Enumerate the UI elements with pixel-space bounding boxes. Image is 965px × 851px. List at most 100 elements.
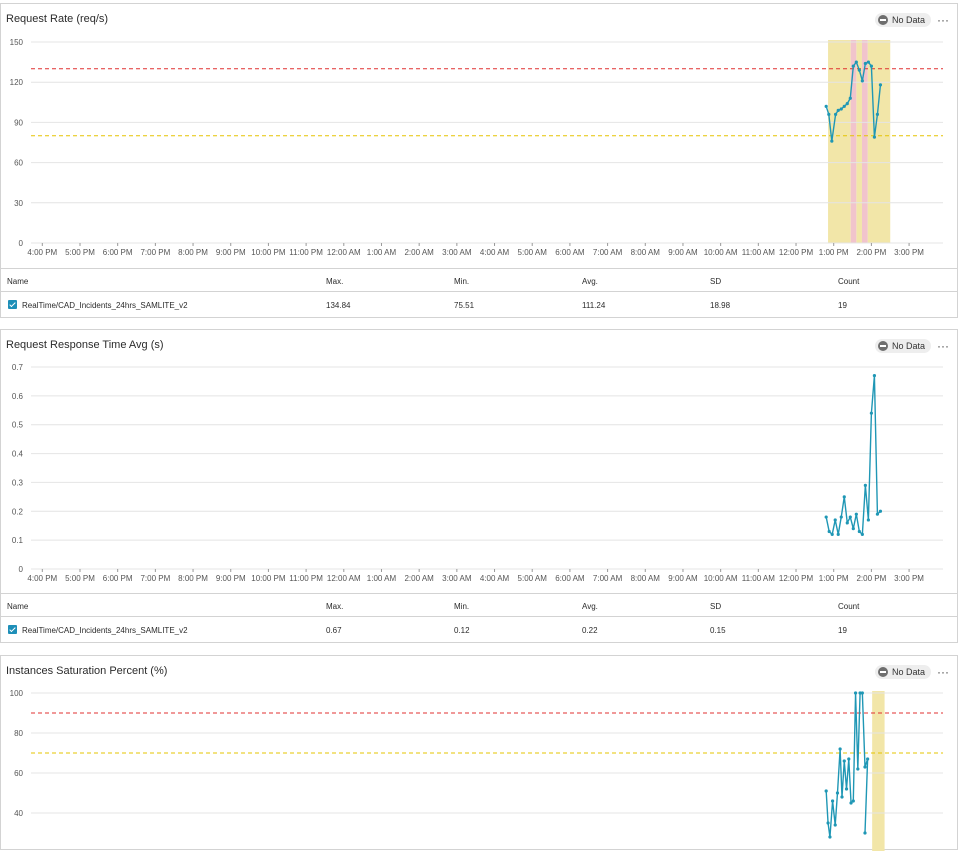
checkbox-checked-icon[interactable]: [8, 625, 17, 634]
stats-header-row: Name Max. Min. Avg. SD Count: [1, 268, 957, 292]
data-point[interactable]: [857, 529, 861, 534]
data-point[interactable]: [869, 411, 873, 415]
y-tick-label: 120: [10, 78, 24, 87]
x-tick-label: 9:00 AM: [668, 248, 698, 257]
x-tick-label: 5:00 PM: [65, 574, 95, 583]
col-avg: Avg.: [582, 602, 598, 611]
data-point[interactable]: [830, 532, 834, 536]
ellipsis-icon[interactable]: ···: [937, 14, 949, 26]
ellipsis-icon[interactable]: ···: [937, 666, 949, 678]
no-data-badge[interactable]: No Data: [874, 13, 931, 27]
data-point[interactable]: [863, 61, 867, 66]
data-point[interactable]: [875, 512, 880, 516]
data-point[interactable]: [857, 68, 861, 72]
data-point[interactable]: [824, 515, 828, 519]
data-point[interactable]: [854, 512, 858, 516]
x-tick-label: 11:00 AM: [742, 248, 776, 257]
x-tick-label: 10:00 AM: [704, 574, 738, 583]
minus-circle-icon: [877, 15, 888, 25]
y-tick-label: 0.2: [12, 507, 24, 516]
x-tick-label: 2:00 PM: [856, 248, 886, 257]
x-tick-label: 6:00 AM: [555, 248, 585, 257]
stats-header-row: Name Max. Min. Avg. SD Count: [1, 593, 957, 617]
data-point[interactable]: [863, 831, 867, 835]
data-point[interactable]: [835, 791, 840, 795]
data-point[interactable]: [854, 60, 858, 64]
data-point[interactable]: [853, 691, 858, 695]
data-point[interactable]: [878, 83, 883, 87]
max-value: 134.84: [326, 301, 351, 310]
data-point[interactable]: [845, 102, 849, 106]
data-point[interactable]: [863, 483, 867, 487]
no-data-badge[interactable]: No Data: [874, 665, 931, 679]
x-tick-label: 12:00 PM: [779, 248, 814, 257]
data-point[interactable]: [860, 691, 864, 695]
data-point[interactable]: [848, 96, 852, 100]
x-tick-label: 3:00 PM: [894, 248, 924, 257]
data-point[interactable]: [833, 112, 838, 116]
col-count: Count: [838, 277, 860, 286]
data-point[interactable]: [860, 79, 864, 83]
data-point[interactable]: [840, 795, 844, 799]
data-point[interactable]: [845, 521, 849, 525]
data-point[interactable]: [842, 759, 846, 763]
data-point[interactable]: [863, 765, 867, 769]
data-point[interactable]: [872, 374, 877, 378]
data-point[interactable]: [866, 60, 870, 64]
data-point[interactable]: [848, 515, 852, 519]
col-min: Min.: [454, 277, 470, 286]
panel-actions: No Data ···: [874, 13, 949, 27]
panel-title: Request Response Time Avg (s): [6, 339, 164, 351]
data-point[interactable]: [856, 767, 860, 771]
data-point[interactable]: [826, 821, 830, 825]
x-tick-label: 2:00 AM: [404, 248, 434, 257]
data-point[interactable]: [842, 104, 846, 108]
data-point[interactable]: [866, 757, 870, 761]
data-point[interactable]: [827, 529, 831, 534]
x-tick-label: 3:00 AM: [442, 574, 472, 583]
panel-title: Request Rate (req/s): [6, 13, 109, 25]
x-tick-label: 4:00 PM: [27, 248, 57, 257]
data-point[interactable]: [833, 518, 837, 522]
count-value: 19: [838, 626, 847, 635]
data-point[interactable]: [830, 139, 834, 143]
saturation-chart: 40 60 80 100: [10, 689, 943, 851]
data-point[interactable]: [824, 789, 828, 793]
x-tick-label: 10:00 PM: [251, 574, 286, 583]
x-tick-label: 1:00 AM: [367, 574, 397, 583]
data-point[interactable]: [875, 112, 880, 116]
data-point[interactable]: [878, 509, 883, 513]
col-name: Name: [7, 602, 29, 611]
data-point[interactable]: [872, 135, 877, 139]
data-point[interactable]: [869, 64, 873, 68]
y-tick-label: 0.3: [12, 478, 24, 487]
data-point[interactable]: [866, 518, 870, 522]
avg-value: 111.24: [582, 301, 606, 310]
data-point[interactable]: [833, 823, 837, 827]
y-tick-label: 0.7: [12, 363, 24, 372]
series-name: RealTime/CAD_Incidents_24hrs_SAMLITE_v2: [22, 301, 188, 310]
data-point[interactable]: [836, 108, 840, 112]
data-point[interactable]: [851, 527, 855, 531]
data-point[interactable]: [839, 515, 843, 519]
data-point[interactable]: [842, 495, 846, 499]
series-name: RealTime/CAD_Incidents_24hrs_SAMLITE_v2: [22, 626, 188, 635]
data-point[interactable]: [838, 747, 842, 751]
x-tick-label: 6:00 PM: [103, 574, 133, 583]
y-tick-label: 0: [19, 239, 24, 248]
ellipsis-icon[interactable]: ···: [937, 340, 949, 352]
data-point[interactable]: [860, 532, 864, 536]
data-point[interactable]: [828, 835, 832, 839]
data-point[interactable]: [824, 104, 828, 108]
data-point[interactable]: [839, 107, 843, 111]
data-point[interactable]: [851, 799, 855, 803]
no-data-badge[interactable]: No Data: [874, 339, 931, 353]
data-point[interactable]: [830, 799, 835, 803]
data-point[interactable]: [827, 112, 831, 116]
data-point[interactable]: [844, 787, 849, 791]
x-tick-label: 7:00 PM: [140, 574, 170, 583]
data-point[interactable]: [847, 757, 851, 761]
data-point[interactable]: [851, 64, 855, 68]
data-point[interactable]: [836, 532, 840, 536]
checkbox-checked-icon[interactable]: [8, 300, 17, 309]
